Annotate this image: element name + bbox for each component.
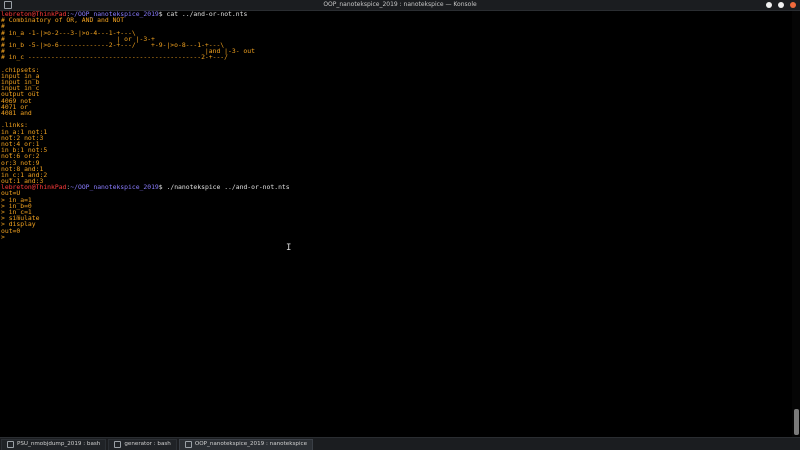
close-button[interactable] <box>790 2 796 8</box>
taskbar-tab-label: PSU_nmobjdump_2019 : bash <box>17 441 101 447</box>
scrollbar[interactable] <box>792 11 800 437</box>
maximize-button[interactable] <box>778 2 784 8</box>
taskbar-tab[interactable]: PSU_nmobjdump_2019 : bash <box>1 438 107 450</box>
konsole-window: OOP_nanotekspice_2019 : nanotekspice — K… <box>0 0 800 450</box>
minimize-button[interactable] <box>766 2 772 8</box>
taskbar: PSU_nmobjdump_2019 : bash generator : bas… <box>0 437 800 450</box>
taskbar-tab[interactable]: OOP_nanotekspice_2019 : nanotekspice <box>178 438 314 450</box>
cat-output: # Combinatory of OR, AND and NOT # # in_a … <box>1 17 792 184</box>
command-text: cat ../and-or-not.nts <box>166 10 248 18</box>
terminal-icon <box>184 441 192 448</box>
taskbar-tab-label: generator : bash <box>124 441 171 447</box>
taskbar-tab-label: OOP_nanotekspice_2019 : nanotekspice <box>194 441 308 447</box>
terminal-icon <box>7 441 14 448</box>
terminal-icon <box>114 441 122 448</box>
command-text: ./nanotekspice ../and-or-not.nts <box>166 183 290 192</box>
window-title: OOP_nanotekspice_2019 : nanotekspice — K… <box>323 1 477 8</box>
taskbar-tab[interactable]: generator : bash <box>108 438 177 450</box>
window-buttons <box>766 2 796 8</box>
nanotekspice-output: out=U > in_a=1 > in_b=0 > in_c=1 > simulate >… <box>1 190 792 240</box>
terminal-output[interactable]: lebreton@ThinkPad:~/OOP_nanotekspice_201… <box>0 11 792 437</box>
scrollbar-thumb[interactable] <box>794 409 799 435</box>
prompt-path: ~/OOP_nanotekspice_2019 <box>70 183 159 192</box>
text-cursor-icon: I <box>286 243 292 253</box>
output-line: > <box>1 232 9 241</box>
